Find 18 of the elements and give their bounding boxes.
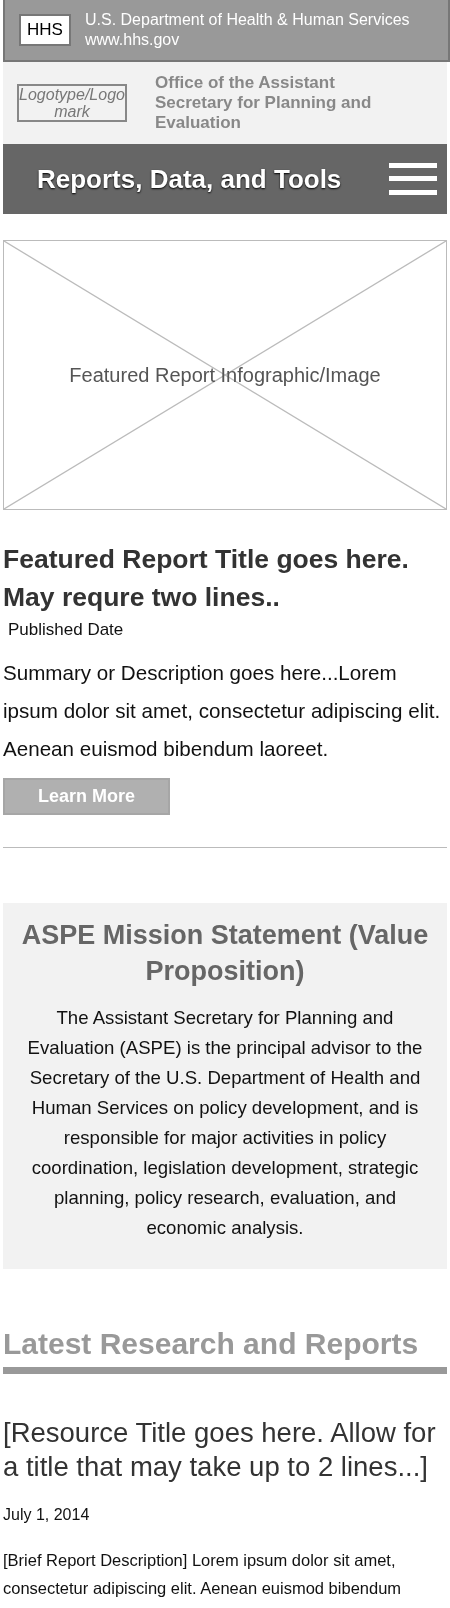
featured-summary: Summary or Description goes here...Lorem ipsum dolor sit amet, consectetur adipiscing elit. Aenean euismod bibendum laoreet. xyxy=(3,660,442,762)
learn-more-button[interactable]: Learn More xyxy=(3,778,170,815)
published-date: Published Date xyxy=(8,620,125,640)
image-label: Featured Report Infographic/Image xyxy=(69,363,381,387)
menu-icon[interactable] xyxy=(389,163,437,195)
site-url[interactable]: www.hhs.gov xyxy=(85,30,410,50)
office-name: Office of the Assistant Secretary for Planning and Evaluation xyxy=(155,73,373,133)
department-name: U.S. Department of Health & Human Services xyxy=(85,10,410,30)
resource-date: July 1, 2014 xyxy=(3,1506,91,1524)
hhs-logo[interactable]: HHS xyxy=(19,14,71,46)
featured-title: Featured Report Title goes here. May requre two lines.. xyxy=(3,543,410,614)
resource-title[interactable]: [Resource Title goes here. Allow for a title that may take up to 2 lines...] xyxy=(3,1416,447,1484)
logo-placeholder[interactable]: Logotype/Logomark xyxy=(17,84,127,122)
nav-title: Reports, Data, and Tools xyxy=(37,163,342,195)
resource-description: [Brief Report Description] Lorem ipsum dolor sit amet, consectetur adipiscing elit. Aenean euismod bibendum xyxy=(3,1550,403,1599)
section-heading: Latest Research and Reports xyxy=(3,1327,447,1374)
mission-text: The Assistant Secretary for Planning and Evaluation (ASPE) is the principal advisor to the Secretary of the U.S. Department of Health and Human Services on policy development, and is responsible for major activities in policy coordination, legislation development, strategic planning, policy research, evaluation, and economic analysis. xyxy=(26,1006,424,1240)
mission-title: ASPE Mission Statement (Value Proposition) xyxy=(20,919,430,988)
